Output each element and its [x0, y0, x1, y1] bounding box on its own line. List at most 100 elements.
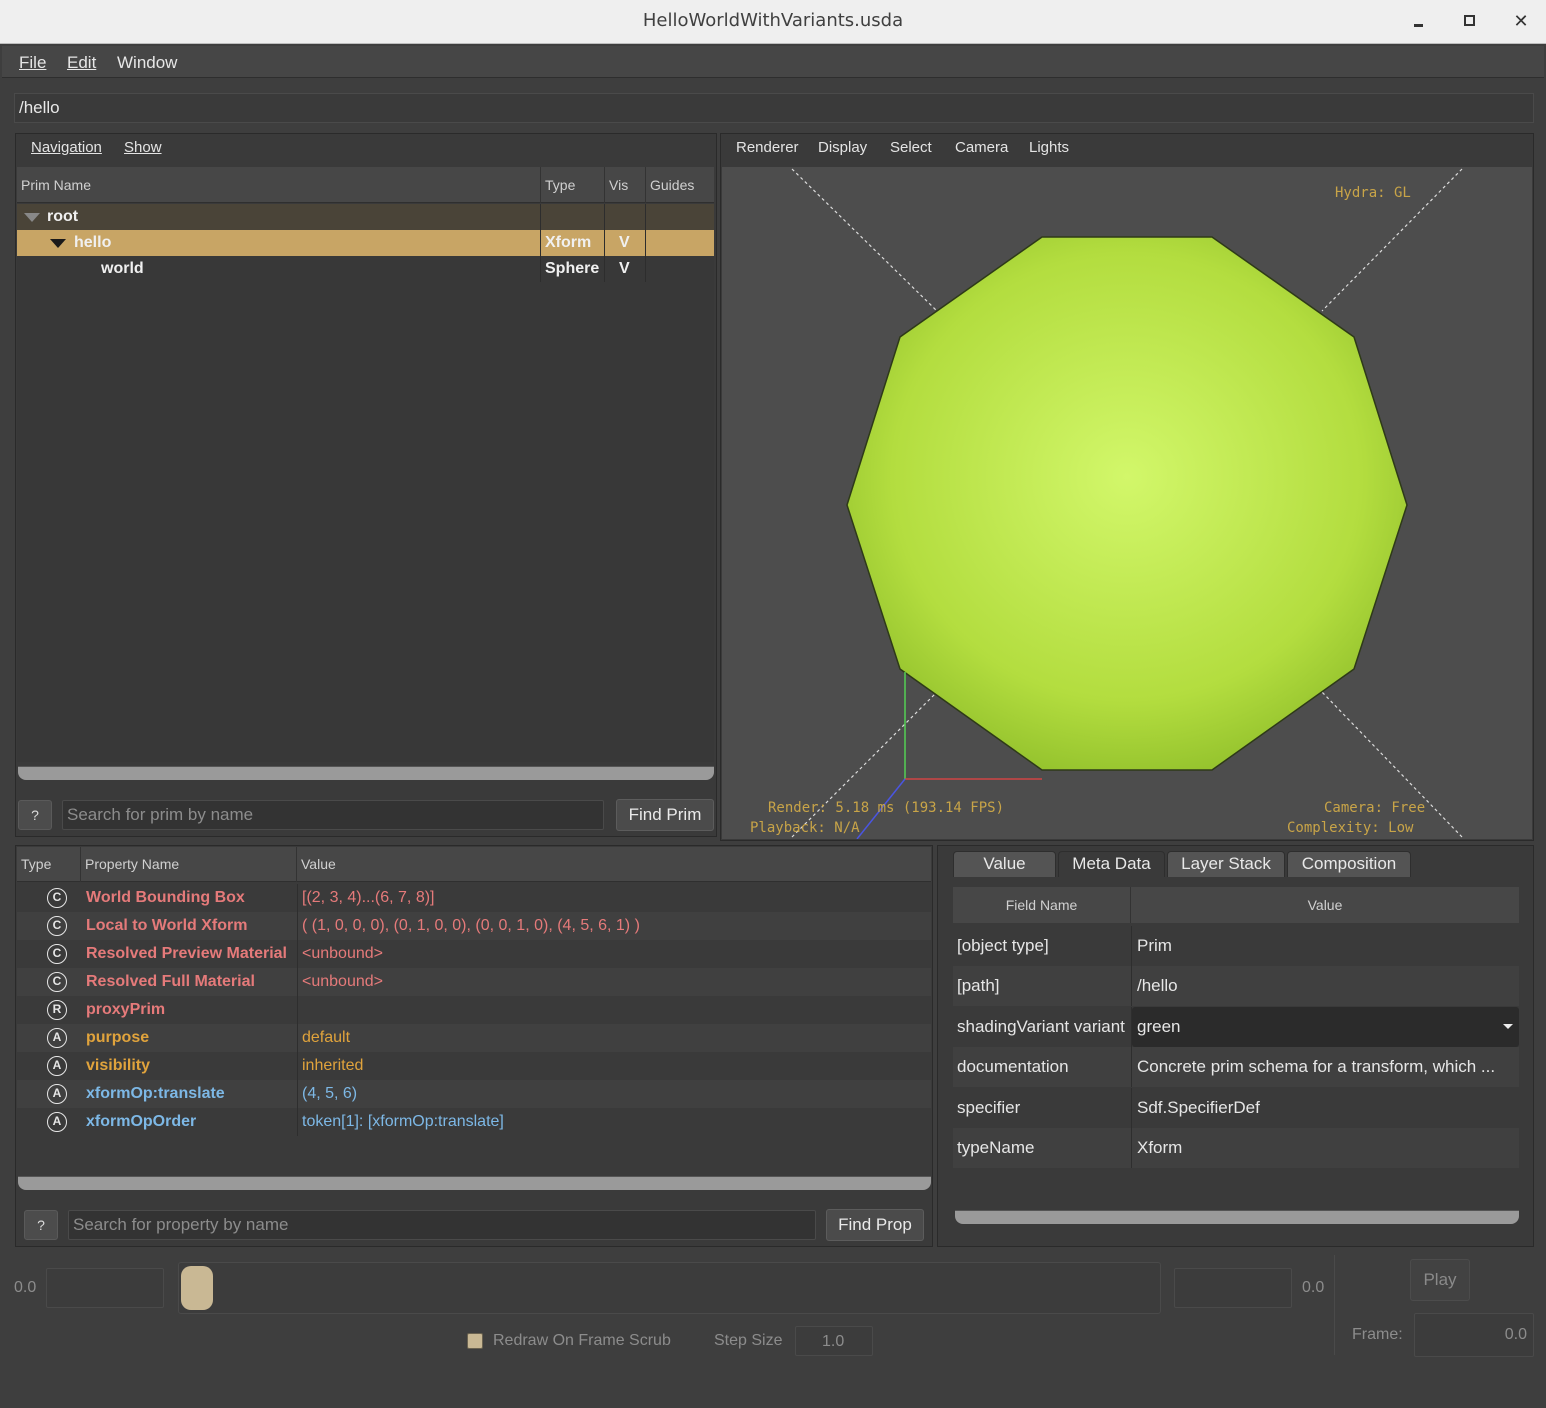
metadata-row[interactable]: [path] /hello	[953, 966, 1519, 1006]
metadata-row[interactable]: specifier Sdf.SpecifierDef	[953, 1088, 1519, 1128]
property-search-input[interactable]	[69, 1211, 815, 1239]
find-prop-button[interactable]: Find Prop	[826, 1209, 924, 1241]
start-frame-field[interactable]	[46, 1268, 164, 1308]
prim-name: hello	[74, 230, 541, 256]
frame-slider-handle[interactable]	[181, 1266, 213, 1310]
property-name: xformOpOrder	[86, 1113, 197, 1130]
prim-tree: root hello Xform V world Sphere V	[17, 204, 714, 762]
close-icon: ✕	[1513, 11, 1529, 31]
metadata-row[interactable]: documentation Concrete prim schema for a…	[953, 1047, 1519, 1087]
end-frame-field[interactable]	[1174, 1268, 1292, 1308]
property-row[interactable]: A purpose default	[17, 1024, 931, 1052]
menu-edit[interactable]: Edit	[67, 53, 96, 73]
property-name: visibility	[86, 1057, 151, 1074]
prim-type: Sphere	[545, 256, 605, 282]
hud-complexity: Complexity: Low	[1287, 820, 1414, 836]
property-scrollbar[interactable]	[18, 1176, 931, 1190]
menu-renderer[interactable]: Renderer	[736, 139, 799, 156]
prim-type: Xform	[545, 230, 605, 256]
prim-search-field[interactable]	[62, 800, 604, 830]
column-field-name[interactable]: Field Name	[953, 887, 1131, 923]
property-help-button[interactable]: ?	[24, 1210, 58, 1240]
property-row[interactable]: C Resolved Preview Material <unbound>	[17, 940, 931, 968]
column-guides[interactable]: Guides	[646, 167, 714, 203]
column-field-value[interactable]: Value	[1131, 887, 1519, 923]
minimize-button[interactable]	[1404, 8, 1434, 34]
prim-help-button[interactable]: ?	[18, 800, 52, 830]
maximize-icon	[1464, 15, 1475, 26]
property-name: Local to World Xform	[86, 917, 248, 934]
find-prim-button[interactable]: Find Prim	[616, 799, 714, 831]
computed-property-icon: C	[47, 888, 67, 908]
metadata-scrollbar[interactable]	[955, 1210, 1519, 1224]
expand-arrow-icon[interactable]	[50, 239, 66, 248]
property-row[interactable]: C Local to World Xform ( (1, 0, 0, 0), (…	[17, 912, 931, 940]
variant-select[interactable]: green	[1132, 1007, 1519, 1047]
tab-value[interactable]: Value	[953, 851, 1056, 877]
property-value: inherited	[302, 1057, 364, 1074]
menu-select[interactable]: Select	[890, 139, 932, 156]
column-prop-type[interactable]: Type	[17, 847, 81, 882]
prim-path-field[interactable]: /hello	[14, 93, 1534, 123]
sphere-mesh[interactable]	[846, 236, 1408, 771]
variant-selected-value: green	[1137, 1017, 1181, 1036]
prim-tree-scrollbar[interactable]	[18, 766, 714, 780]
property-row[interactable]: A xformOp:translate (4, 5, 6)	[17, 1080, 931, 1108]
property-row[interactable]: A xformOpOrder token[1]: [xformOp:transl…	[17, 1108, 931, 1136]
field-value: Sdf.SpecifierDef	[1137, 1098, 1260, 1117]
tree-row-world[interactable]: world Sphere V	[17, 256, 714, 282]
minimize-icon	[1414, 24, 1423, 27]
field-value: Concrete prim schema for a transform, wh…	[1137, 1057, 1496, 1076]
play-button[interactable]: Play	[1410, 1259, 1470, 1301]
menu-show[interactable]: Show	[124, 139, 162, 156]
column-type[interactable]: Type	[541, 167, 605, 203]
menu-navigation[interactable]: Navigation	[31, 139, 102, 156]
property-row[interactable]: A visibility inherited	[17, 1052, 931, 1080]
property-row[interactable]: C Resolved Full Material <unbound>	[17, 968, 931, 996]
column-vis[interactable]: Vis	[605, 167, 646, 203]
property-row[interactable]: R proxyPrim	[17, 996, 931, 1024]
metadata-row[interactable]: [object type] Prim	[953, 926, 1519, 966]
field-name: specifier	[957, 1098, 1021, 1117]
tree-row-root[interactable]: root	[17, 204, 714, 230]
prim-search-input[interactable]	[63, 801, 603, 829]
close-button[interactable]: ✕	[1506, 8, 1536, 34]
hud-playback: Playback: N/A	[750, 820, 860, 836]
property-search-field[interactable]	[68, 1210, 816, 1240]
menu-lights[interactable]: Lights	[1029, 139, 1069, 156]
hud-camera: Camera: Free	[1324, 800, 1426, 816]
expand-arrow-icon[interactable]	[24, 213, 40, 222]
prim-vis[interactable]: V	[619, 256, 646, 282]
column-prop-name[interactable]: Property Name	[81, 847, 297, 882]
redraw-checkbox[interactable]	[467, 1333, 483, 1349]
property-value: <unbound>	[302, 945, 383, 962]
menu-display[interactable]: Display	[818, 139, 867, 156]
attribute-icon: A	[47, 1056, 67, 1076]
relationship-icon: R	[47, 1000, 67, 1020]
3d-viewport[interactable]: Hydra: GL Render: 5.18 ms (193.14 FPS) P…	[722, 167, 1532, 839]
menu-window[interactable]: Window	[117, 53, 177, 73]
property-value: [(2, 3, 4)...(6, 7, 8)]	[302, 889, 435, 906]
frame-field[interactable]: 0.0	[1414, 1313, 1534, 1357]
property-row[interactable]: C World Bounding Box [(2, 3, 4)...(6, 7,…	[17, 884, 931, 912]
tree-row-hello[interactable]: hello Xform V	[17, 230, 714, 256]
prim-vis	[605, 204, 646, 230]
column-prim-name[interactable]: Prim Name	[17, 167, 541, 203]
menu-file[interactable]: File	[19, 53, 46, 73]
tab-meta-data[interactable]: Meta Data	[1058, 851, 1165, 877]
metadata-row[interactable]: typeName Xform	[953, 1128, 1519, 1168]
tab-composition[interactable]: Composition	[1287, 851, 1411, 877]
maximize-button[interactable]	[1455, 8, 1485, 34]
field-value: Prim	[1137, 936, 1172, 955]
property-name: World Bounding Box	[86, 889, 245, 906]
property-value: token[1]: [xformOp:translate]	[302, 1113, 504, 1130]
prim-vis[interactable]: V	[619, 230, 646, 256]
frame-slider[interactable]	[178, 1262, 1161, 1314]
metadata-row[interactable]: shadingVariant variant green	[953, 1007, 1519, 1047]
menu-camera[interactable]: Camera	[955, 139, 1008, 156]
step-size-label: Step Size	[714, 1332, 783, 1349]
tab-layer-stack[interactable]: Layer Stack	[1167, 851, 1285, 877]
step-size-field[interactable]: 1.0	[795, 1326, 873, 1356]
property-value: <unbound>	[302, 973, 383, 990]
column-prop-value[interactable]: Value	[297, 847, 931, 882]
